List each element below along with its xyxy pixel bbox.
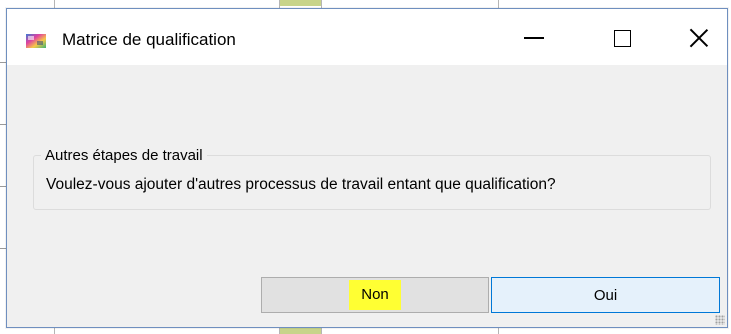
no-button[interactable]: Non — [261, 277, 489, 313]
background-gridline — [54, 0, 55, 8]
dialog-window: Matrice de qualification Autres étapes d… — [6, 8, 728, 328]
yes-button-label: Oui — [593, 286, 618, 304]
background-gridline — [498, 0, 499, 8]
close-button[interactable] — [669, 9, 729, 65]
resize-grip-icon[interactable] — [715, 315, 725, 325]
no-button-label: Non — [349, 280, 401, 310]
maximize-button[interactable] — [592, 9, 652, 65]
background-cell — [279, 0, 321, 6]
group-box-legend: Autres étapes de travail — [41, 147, 207, 164]
window-title: Matrice de qualification — [62, 30, 236, 49]
title-bar[interactable]: Matrice de qualification — [7, 9, 727, 65]
minimize-button[interactable] — [504, 9, 564, 65]
prompt-message: Voulez-vous ajouter d'autres processus d… — [46, 176, 556, 193]
maximize-icon — [613, 29, 631, 47]
background-gridline — [279, 0, 280, 8]
app-color-icon — [26, 34, 46, 48]
background-gridline — [321, 0, 322, 8]
yes-button[interactable]: Oui — [491, 277, 720, 313]
minimize-icon — [524, 37, 544, 39]
close-icon — [689, 28, 709, 48]
